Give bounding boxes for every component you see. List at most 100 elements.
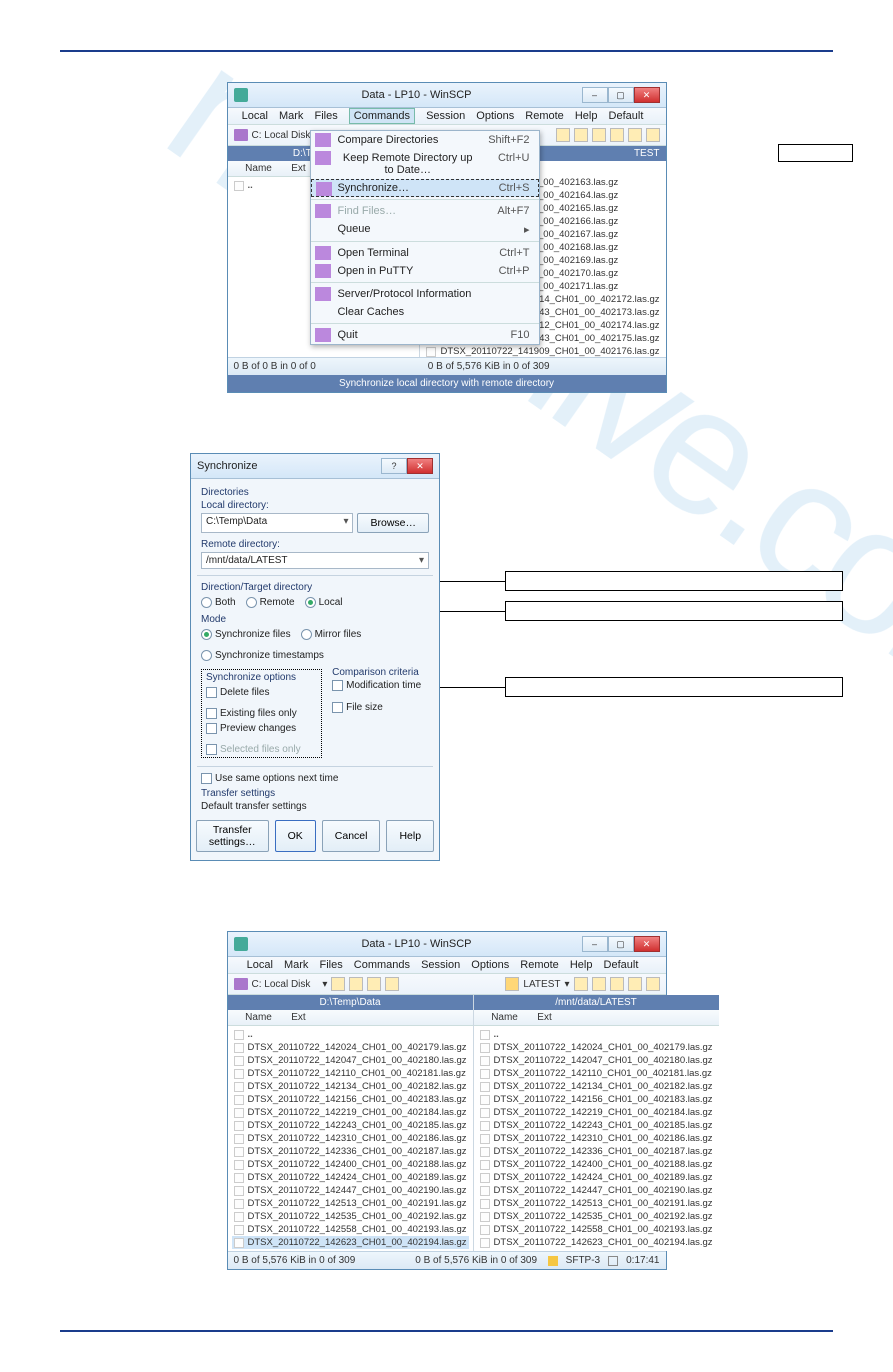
menu-commands[interactable]: Commands — [349, 108, 415, 124]
file-row[interactable]: DTSX_20110722_142024_CH01_00_402179.las.… — [232, 1041, 469, 1054]
menu-options[interactable]: Options — [476, 110, 514, 122]
menu-help[interactable]: Help — [575, 110, 598, 122]
radio-local[interactable]: Local — [305, 597, 343, 608]
menu-remote[interactable]: Remote — [525, 110, 564, 122]
menu-mark[interactable]: Mark — [284, 959, 308, 971]
drive-label[interactable]: C: Local Disk — [252, 130, 311, 141]
chevron-down-icon[interactable]: ▾ — [419, 555, 424, 566]
drive-c-icon[interactable] — [234, 129, 248, 141]
titlebar[interactable]: Data - LP10 - WinSCP – ▢ ✕ — [228, 932, 666, 957]
local-dir-combo[interactable]: C:\Temp\Data ▾ — [201, 513, 353, 533]
file-row[interactable]: DTSX_20110722_142310_CH01_00_402186.las.… — [478, 1132, 715, 1145]
menu-local[interactable]: Local — [247, 959, 273, 971]
browse-button[interactable]: Browse… — [357, 513, 429, 533]
file-row[interactable]: DTSX_20110722_142558_CH01_00_402193.las.… — [232, 1223, 469, 1236]
chevron-down-icon[interactable]: ▾ — [343, 516, 348, 530]
file-row[interactable]: DTSX_20110722_142047_CH01_00_402180.las.… — [232, 1054, 469, 1067]
menu-item[interactable]: Keep Remote Directory up to Date…Ctrl+U — [311, 149, 539, 179]
properties-icon[interactable] — [646, 977, 660, 991]
nav-back-icon[interactable] — [556, 128, 570, 142]
file-row[interactable]: DTSX_20110722_142243_CH01_00_402185.las.… — [232, 1119, 469, 1132]
home-icon[interactable] — [610, 977, 624, 991]
radio-both[interactable]: Both — [201, 597, 236, 608]
file-row[interactable]: DTSX_20110722_142558_CH01_00_402193.las.… — [478, 1223, 715, 1236]
menu-bar[interactable]: Local Mark Files Commands Session Option… — [228, 957, 666, 974]
dialog-close-button[interactable]: ✕ — [407, 458, 433, 474]
chk-mod-time[interactable]: Modification time — [332, 680, 429, 691]
chk-same-options[interactable]: Use same options next time — [201, 773, 429, 784]
file-row[interactable]: DTSX_20110722_142156_CH01_00_402183.las.… — [478, 1093, 715, 1106]
menu-default[interactable]: Default — [604, 959, 639, 971]
folder-icon[interactable] — [349, 977, 363, 991]
col-ext[interactable]: Ext — [530, 1012, 560, 1023]
chk-existing-only[interactable]: Existing files only — [206, 708, 297, 719]
home-icon[interactable] — [610, 128, 624, 142]
menu-item[interactable]: QuitF10 — [311, 326, 539, 344]
remote-file-list[interactable]: ..DTSX_20110722_142024_CH01_00_402179.la… — [474, 1026, 719, 1251]
ok-button[interactable]: OK — [275, 820, 316, 852]
file-row[interactable]: DTSX_20110722_142310_CH01_00_402186.las.… — [232, 1132, 469, 1145]
file-row[interactable]: DTSX_20110722_142024_CH01_00_402179.las.… — [478, 1041, 715, 1054]
col-name[interactable]: Name — [480, 1012, 530, 1023]
local-file-list[interactable]: ..DTSX_20110722_142024_CH01_00_402179.la… — [228, 1026, 473, 1251]
minimize-button[interactable]: – — [582, 936, 608, 952]
folder-open-icon[interactable] — [574, 977, 588, 991]
file-row[interactable]: DTSX_20110722_142219_CH01_00_402184.las.… — [232, 1106, 469, 1119]
drive-label[interactable]: C: Local Disk — [252, 979, 311, 990]
menu-help[interactable]: Help — [570, 959, 593, 971]
file-row[interactable]: DTSX_20110722_142336_CH01_00_402187.las.… — [232, 1145, 469, 1158]
local-columns[interactable]: Name Ext — [228, 1010, 473, 1026]
close-button[interactable]: ✕ — [634, 87, 660, 103]
remote-columns[interactable]: Name Ext — [474, 1010, 719, 1026]
chk-file-size[interactable]: File size — [332, 702, 429, 713]
chk-preview[interactable]: Preview changes — [206, 723, 296, 734]
help-button[interactable]: ? — [381, 458, 407, 474]
file-row[interactable]: DTSX_20110722_142623_CH01_00_402194.las.… — [478, 1236, 715, 1249]
menu-default[interactable]: Default — [609, 110, 644, 122]
local-path[interactable]: D:\Temp\Data — [228, 995, 473, 1010]
commands-dropdown[interactable]: Compare DirectoriesShift+F2Keep Remote D… — [310, 130, 540, 345]
folder-open-icon[interactable] — [331, 977, 345, 991]
col-name[interactable]: Name — [234, 1012, 284, 1023]
folder-open-icon[interactable] — [574, 128, 588, 142]
minimize-button[interactable]: – — [582, 87, 608, 103]
file-row[interactable]: DTSX_20110722_142336_CH01_00_402187.las.… — [478, 1145, 715, 1158]
menu-files[interactable]: Files — [319, 959, 342, 971]
remote-dir-combo[interactable]: /mnt/data/LATEST ▾ — [201, 552, 429, 569]
maximize-button[interactable]: ▢ — [608, 936, 634, 952]
file-row[interactable]: DTSX_20110722_142110_CH01_00_402181.las.… — [478, 1067, 715, 1080]
titlebar[interactable]: Data - LP10 - WinSCP – ▢ ✕ — [228, 83, 666, 108]
refresh-icon[interactable] — [628, 128, 642, 142]
maximize-button[interactable]: ▢ — [608, 87, 634, 103]
file-row[interactable]: DTSX_20110722_142156_CH01_00_402183.las.… — [232, 1093, 469, 1106]
radio-remote[interactable]: Remote — [246, 597, 295, 608]
home-icon[interactable] — [367, 977, 381, 991]
radio-sync-files[interactable]: Synchronize files — [201, 629, 291, 640]
folder-icon[interactable] — [592, 977, 606, 991]
menu-bar[interactable]: Local Mark Files Commands Session Option… — [228, 108, 666, 125]
file-row[interactable]: DTSX_20110722_142134_CH01_00_402182.las.… — [232, 1080, 469, 1093]
dialog-titlebar[interactable]: Synchronize ? ✕ — [191, 454, 439, 479]
col-ext[interactable]: Ext — [284, 1012, 314, 1023]
radio-mirror[interactable]: Mirror files — [301, 629, 362, 640]
dialog-help-button[interactable]: Help — [386, 820, 434, 852]
menu-mark[interactable]: Mark — [279, 110, 303, 122]
folder-icon[interactable] — [592, 128, 606, 142]
transfer-settings-button[interactable]: Transfer settings… — [196, 820, 269, 852]
file-row[interactable]: DTSX_20110722_142424_CH01_00_402189.las.… — [478, 1171, 715, 1184]
menu-files[interactable]: Files — [314, 110, 337, 122]
refresh-icon[interactable] — [628, 977, 642, 991]
parent-dir[interactable]: .. — [232, 1028, 469, 1041]
menu-item[interactable]: Queue▸ — [311, 220, 539, 239]
menu-commands[interactable]: Commands — [354, 959, 410, 971]
remote-path[interactable]: /mnt/data/LATEST — [474, 995, 719, 1010]
menu-item[interactable]: Compare DirectoriesShift+F2 — [311, 131, 539, 149]
chk-delete-files[interactable]: Delete files — [206, 687, 269, 698]
file-row[interactable]: DTSX_20110722_142447_CH01_00_402190.las.… — [478, 1184, 715, 1197]
menu-item[interactable]: Open in PuTTYCtrl+P — [311, 262, 539, 280]
col-ext[interactable]: Ext — [284, 163, 314, 174]
menu-item[interactable]: Server/Protocol Information — [311, 285, 539, 303]
menu-options[interactable]: Options — [471, 959, 509, 971]
radio-sync-ts[interactable]: Synchronize timestamps — [201, 650, 324, 661]
file-row[interactable]: DTSX_20110722_142513_CH01_00_402191.las.… — [478, 1197, 715, 1210]
